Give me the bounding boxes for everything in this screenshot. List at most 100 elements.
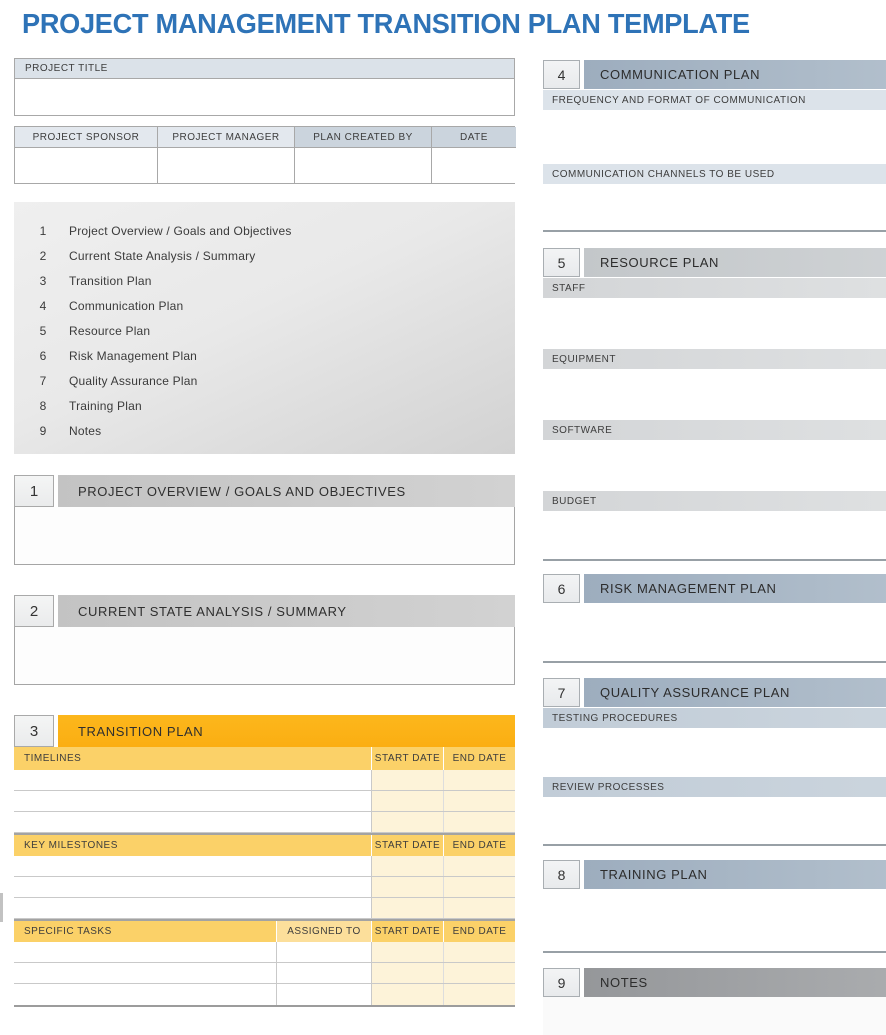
section-number: 4 [543, 60, 580, 89]
task-field[interactable] [14, 942, 277, 962]
software-header: SOFTWARE [543, 420, 886, 440]
testing-procedures-field[interactable] [543, 728, 886, 776]
toc-item: 3Transition Plan [14, 268, 515, 293]
project-title-header: PROJECT TITLE [15, 59, 514, 79]
toc-item-label: Notes [69, 424, 101, 438]
end-date-field[interactable] [444, 963, 515, 983]
start-date-field[interactable] [372, 791, 444, 811]
end-date-field[interactable] [444, 812, 515, 832]
section-current-state: 2 CURRENT STATE ANALYSIS / SUMMARY [14, 595, 515, 685]
software-field[interactable] [543, 440, 886, 490]
tasks-header-row: SPECIFIC TASKS ASSIGNED TO START DATE EN… [14, 919, 515, 942]
start-date-field[interactable] [372, 984, 444, 1005]
start-date-field[interactable] [372, 812, 444, 832]
project-overview-field[interactable] [14, 507, 515, 565]
notes-field[interactable] [543, 997, 886, 1035]
tasks-row [14, 984, 515, 1005]
tasks-start-date-header: START DATE [372, 921, 444, 942]
timeline-field[interactable] [14, 812, 372, 832]
milestones-header-row: KEY MILESTONES START DATE END DATE [14, 833, 515, 856]
tasks-label: SPECIFIC TASKS [14, 921, 277, 942]
timelines-row [14, 812, 515, 833]
staff-field[interactable] [543, 298, 886, 348]
milestones-end-date-header: END DATE [444, 835, 515, 856]
end-date-field[interactable] [444, 877, 515, 897]
toc-item-number: 9 [30, 424, 56, 438]
review-processes-field[interactable] [543, 797, 886, 844]
staff-header: STAFF [543, 278, 886, 298]
section-communication-plan: 4 COMMUNICATION PLAN FREQUENCY AND FORMA… [543, 60, 886, 232]
section-header: 1 PROJECT OVERVIEW / GOALS AND OBJECTIVE… [14, 475, 515, 507]
start-date-field[interactable] [372, 898, 444, 918]
start-date-field[interactable] [372, 856, 444, 876]
toc-item-label: Quality Assurance Plan [69, 374, 197, 388]
right-column: 4 COMMUNICATION PLAN FREQUENCY AND FORMA… [543, 60, 886, 1035]
section-title: RESOURCE PLAN [584, 248, 886, 277]
date-field[interactable] [432, 148, 516, 183]
toc-item-label: Risk Management Plan [69, 349, 197, 363]
section-title: TRAINING PLAN [584, 860, 886, 889]
budget-field[interactable] [543, 511, 886, 559]
section-resource-plan: 5 RESOURCE PLAN STAFF EQUIPMENT SOFTWARE… [543, 248, 886, 561]
plan-created-by-field[interactable] [295, 148, 432, 183]
section-header: 4 COMMUNICATION PLAN [543, 60, 886, 89]
toc-item-label: Resource Plan [69, 324, 150, 338]
start-date-field[interactable] [372, 770, 444, 790]
section-number: 9 [543, 968, 580, 997]
milestone-field[interactable] [14, 856, 372, 876]
section-notes: 9 NOTES [543, 968, 886, 1035]
task-field[interactable] [14, 963, 277, 983]
tasks-row [14, 963, 515, 984]
frequency-format-field[interactable] [543, 110, 886, 163]
equipment-field[interactable] [543, 369, 886, 419]
milestone-field[interactable] [14, 877, 372, 897]
table-of-contents: 1Project Overview / Goals and Objectives… [14, 202, 515, 454]
tasks-row [14, 942, 515, 963]
end-date-field[interactable] [444, 984, 515, 1005]
project-sponsor-field[interactable] [15, 148, 158, 183]
end-date-field[interactable] [444, 856, 515, 876]
page-title: PROJECT MANAGEMENT TRANSITION PLAN TEMPL… [22, 8, 750, 40]
end-date-field[interactable] [444, 898, 515, 918]
review-processes-header: REVIEW PROCESSES [543, 777, 886, 797]
section-number: 6 [543, 574, 580, 603]
task-field[interactable] [14, 984, 277, 1005]
start-date-field[interactable] [372, 942, 444, 962]
section-header: 7 QUALITY ASSURANCE PLAN [543, 678, 886, 707]
training-plan-field[interactable] [543, 889, 886, 951]
milestone-field[interactable] [14, 898, 372, 918]
timelines-header-row: TIMELINES START DATE END DATE [14, 747, 515, 770]
section-transition-plan: 3 TRANSITION PLAN TIMELINES START DATE E… [14, 715, 515, 1007]
assigned-to-field[interactable] [277, 942, 372, 962]
assigned-to-field[interactable] [277, 963, 372, 983]
toc-item-number: 6 [30, 349, 56, 363]
toc-item-label: Training Plan [69, 399, 142, 413]
section-risk-management-plan: 6 RISK MANAGEMENT PLAN [543, 574, 886, 663]
frequency-format-header: FREQUENCY AND FORMAT OF COMMUNICATION [543, 90, 886, 110]
timeline-field[interactable] [14, 770, 372, 790]
toc-item-number: 3 [30, 274, 56, 288]
milestones-start-date-header: START DATE [372, 835, 444, 856]
end-date-field[interactable] [444, 791, 515, 811]
current-state-field[interactable] [14, 627, 515, 685]
equipment-header: EQUIPMENT [543, 349, 886, 369]
toc-item-number: 7 [30, 374, 56, 388]
project-title-label: PROJECT TITLE [25, 63, 108, 74]
section-number: 7 [543, 678, 580, 707]
start-date-field[interactable] [372, 963, 444, 983]
timeline-field[interactable] [14, 791, 372, 811]
section-number: 8 [543, 860, 580, 889]
toc-item-number: 8 [30, 399, 56, 413]
end-date-field[interactable] [444, 770, 515, 790]
project-manager-field[interactable] [158, 148, 295, 183]
communication-channels-field[interactable] [543, 184, 886, 230]
toc-item-label: Communication Plan [69, 299, 183, 313]
end-date-field[interactable] [444, 942, 515, 962]
project-title-field[interactable] [15, 79, 514, 115]
section-header: 9 NOTES [543, 968, 886, 997]
assigned-to-field[interactable] [277, 984, 372, 1005]
budget-header: BUDGET [543, 491, 886, 511]
risk-management-field[interactable] [543, 603, 886, 661]
col-header-date: DATE [432, 127, 516, 148]
start-date-field[interactable] [372, 877, 444, 897]
